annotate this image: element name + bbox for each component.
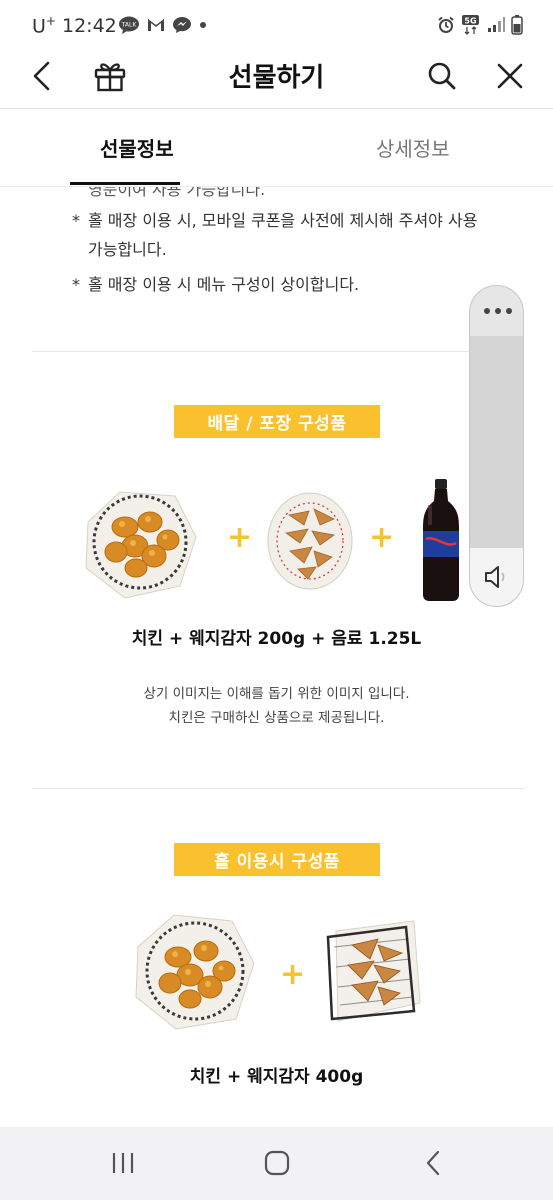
hall-caption: 치킨 + 웨지감자 400g (189, 1067, 364, 1087)
chevron-left-icon (426, 1150, 440, 1176)
volume-button[interactable] (470, 548, 523, 606)
page-title: 선물하기 (228, 63, 325, 93)
app-header: 선물하기 (0, 50, 553, 108)
home-icon (264, 1150, 290, 1176)
recent-apps-button[interactable] (103, 1145, 143, 1181)
battery-icon (511, 15, 523, 35)
signal-icon (488, 17, 505, 32)
system-icons: 5G (437, 14, 523, 36)
more-options-button[interactable] (470, 286, 523, 336)
notification-icons: TALK (118, 16, 208, 34)
tab-gift-info[interactable]: 선물정보 (100, 133, 174, 162)
more-dot-icon (483, 308, 490, 314)
disclaimer-line: 치킨은 구매하신 상품으로 제공됩니다. (168, 710, 385, 726)
svg-text:TALK: TALK (121, 22, 138, 29)
plus-sign: + (227, 520, 253, 555)
search-icon (428, 62, 456, 90)
tab-details[interactable]: 상세정보 (376, 133, 450, 162)
recent-apps-icon (112, 1153, 134, 1173)
chicken-image (85, 491, 197, 599)
plus-sign: + (369, 520, 395, 555)
note-text: 홀 매장 이용 시, 모바일 쿠폰을 사전에 제시해 주셔야 사용 가능합니다. (88, 211, 478, 259)
plus-sign: + (280, 957, 306, 992)
status-bar: U+ 12:42 TALK 5G (0, 0, 553, 50)
gmail-icon (148, 19, 164, 31)
kakaotalk-icon: TALK (119, 16, 139, 34)
system-back-button[interactable] (413, 1145, 453, 1181)
tab-bar: 선물정보 상세정보 (0, 109, 553, 187)
home-button[interactable] (257, 1145, 297, 1181)
note-bullet: * (72, 275, 80, 294)
hall-badge: 홀 이용시 구성품 (174, 843, 380, 876)
more-dot-icon (494, 308, 501, 314)
close-icon (497, 63, 523, 89)
speaker-icon (484, 566, 504, 588)
delivery-caption: 치킨 + 웨지감자 200g + 음료 1.25L (131, 629, 422, 649)
chicken-image (135, 914, 255, 1030)
messenger-icon (173, 17, 191, 33)
search-button[interactable] (422, 56, 462, 96)
cola-bottle-image (423, 479, 459, 601)
disclaimer-line: 상기 이미지는 이해를 돕기 위한 이미지 입니다. (143, 686, 410, 702)
note-item: * 홀 매장 이용 시 메뉴 구성이 상이합니다. (72, 270, 492, 299)
dot-icon (200, 22, 206, 28)
network-5g-icon: 5G (462, 15, 479, 35)
section-divider (32, 788, 524, 789)
delivery-badge: 배달 / 포장 구성품 (174, 405, 380, 438)
usage-notes: 영문이여 사용 가능합니다. * 홀 매장 이용 시, 모바일 쿠폰을 사전에 … (72, 187, 492, 305)
system-nav-bar (0, 1127, 553, 1200)
svg-text:5G: 5G (464, 17, 476, 26)
wedge-potato-image (267, 492, 353, 590)
floating-panel[interactable] (469, 285, 524, 607)
clock: 12:42 (62, 15, 117, 37)
alarm-icon (438, 16, 454, 33)
note-text: 홀 매장 이용 시 메뉴 구성이 상이합니다. (88, 275, 360, 294)
active-tab-indicator (70, 182, 180, 185)
more-dot-icon (505, 308, 512, 314)
close-button[interactable] (490, 56, 530, 96)
carrier-label: U+ (32, 14, 56, 38)
section-divider (32, 351, 524, 352)
image-disclaimer: 상기 이미지는 이해를 돕기 위한 이미지 입니다. 치킨은 구매하신 상품으로… (0, 682, 553, 730)
note-bullet: * (72, 211, 80, 230)
wedge-potato-basket-image (326, 920, 421, 1022)
note-item: * 홀 매장 이용 시, 모바일 쿠폰을 사전에 제시해 주셔야 사용 가능합니… (72, 206, 492, 264)
cut-off-note: 영문이여 사용 가능합니다. (88, 187, 266, 199)
